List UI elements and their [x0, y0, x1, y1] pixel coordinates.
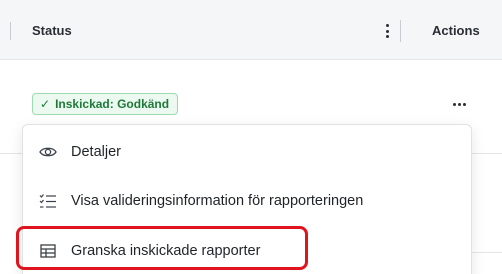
column-header-status[interactable]: Status: [32, 23, 72, 38]
menu-item-validation-info[interactable]: Visa valideringsinformation för rapporte…: [23, 181, 473, 221]
column-divider[interactable]: [400, 20, 401, 42]
row-divider: [472, 153, 502, 154]
menu-item-details[interactable]: Detaljer: [23, 132, 473, 172]
check-icon: ✓: [40, 97, 51, 111]
checklist-icon: [39, 192, 57, 210]
status-badge: ✓ Inskickad: Godkänd: [32, 93, 179, 115]
row-divider: [472, 252, 502, 253]
column-divider[interactable]: [10, 22, 11, 40]
row-divider: [0, 153, 22, 154]
column-menu-icon[interactable]: [382, 21, 392, 41]
menu-item-label: Visa valideringsinformation för rapporte…: [71, 193, 364, 209]
highlight-box: [16, 226, 308, 270]
eye-icon: [39, 143, 57, 161]
menu-item-label: Detaljer: [71, 144, 121, 160]
row-actions-button[interactable]: [449, 98, 469, 110]
column-header-actions: Actions: [432, 23, 480, 38]
status-badge-label: Inskickad: Godkänd: [55, 97, 170, 111]
table-header: Status Actions: [0, 0, 502, 60]
